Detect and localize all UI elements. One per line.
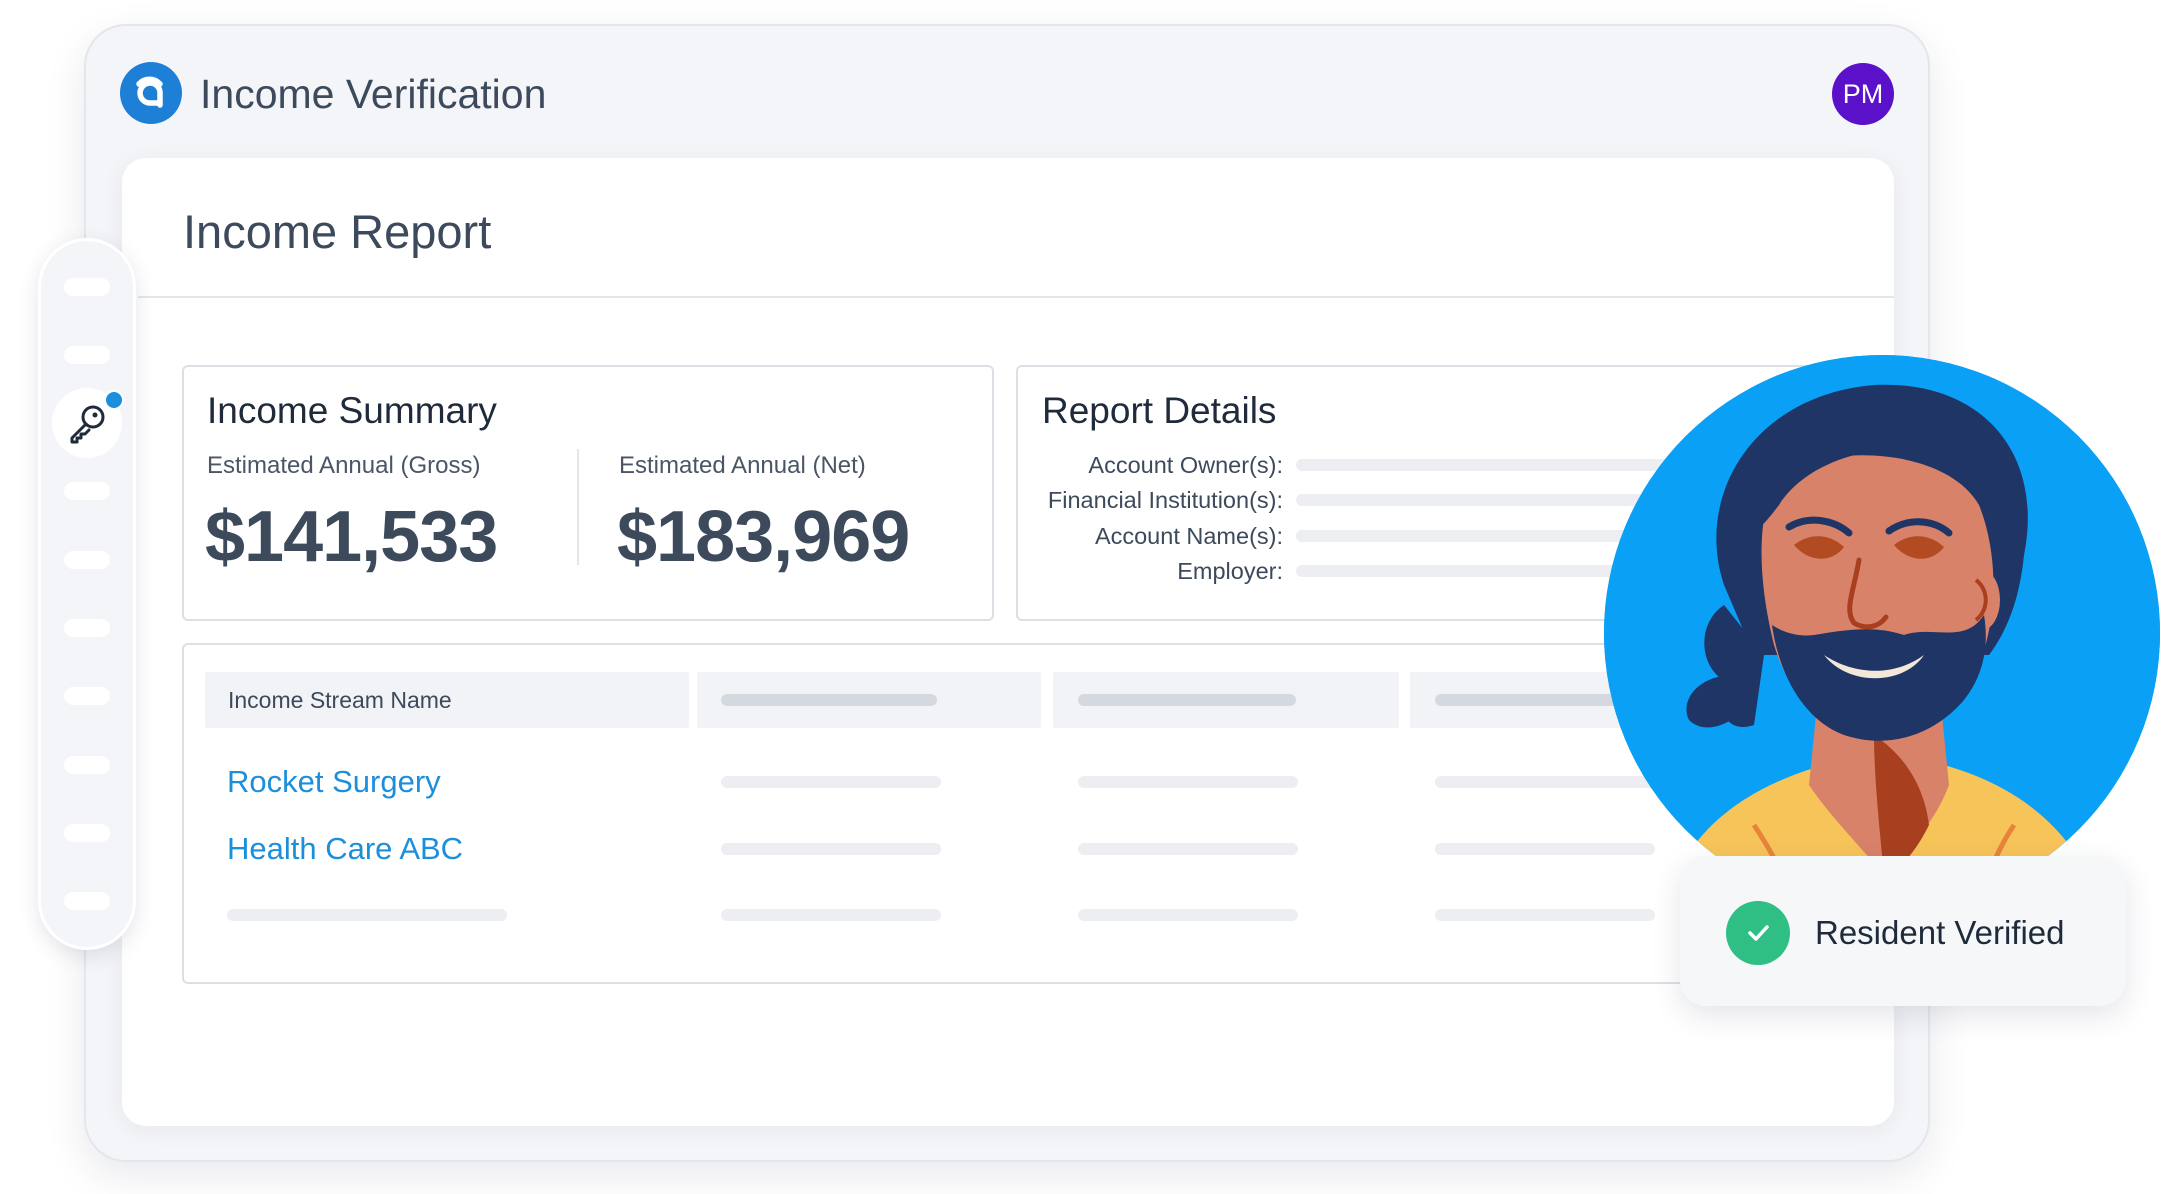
placeholder-bar <box>1078 843 1298 855</box>
user-avatar[interactable]: PM <box>1832 63 1894 125</box>
placeholder-bar <box>227 909 507 921</box>
resident-portrait <box>1604 355 2160 911</box>
placeholder-bar <box>1435 909 1655 921</box>
placeholder-bar <box>1435 843 1655 855</box>
status-badge: Resident Verified <box>1815 914 2065 951</box>
placeholder-bar <box>721 909 941 921</box>
placeholder-bar <box>1435 776 1655 788</box>
net-label: Estimated Annual (Net) <box>619 452 866 479</box>
floating-sidebar <box>38 238 136 950</box>
detail-label-employer: Employer: <box>1177 558 1283 584</box>
income-summary-title: Income Summary <box>207 390 497 431</box>
title-divider <box>138 296 1894 298</box>
app-title: Income Verification <box>200 71 547 117</box>
sidebar-item[interactable] <box>64 346 110 364</box>
summary-divider <box>577 449 579 565</box>
key-icon <box>70 405 105 444</box>
placeholder-bar <box>1078 694 1296 706</box>
detail-label-account-owner: Account Owner(s): <box>1088 452 1283 478</box>
sidebar-item[interactable] <box>64 824 110 842</box>
sidebar-item[interactable] <box>64 892 110 910</box>
sidebar-item[interactable] <box>64 687 110 705</box>
gross-value: $141,533 <box>205 497 498 577</box>
brand-logo-icon[interactable] <box>120 62 182 124</box>
table-row-link[interactable]: Rocket Surgery <box>227 762 441 802</box>
placeholder-bar <box>721 694 937 706</box>
net-value: $183,969 <box>617 497 910 577</box>
placeholder-bar <box>1078 776 1298 788</box>
sidebar-item[interactable] <box>64 551 110 569</box>
placeholder-bar <box>721 843 941 855</box>
sidebar-item[interactable] <box>64 482 110 500</box>
sidebar-item[interactable] <box>64 756 110 774</box>
report-details-title: Report Details <box>1042 390 1277 431</box>
placeholder-bar <box>1296 459 1716 471</box>
sidebar-item[interactable] <box>64 278 110 296</box>
page-title: Income Report <box>183 205 492 258</box>
check-icon <box>1726 901 1790 965</box>
table-row-link[interactable]: Health Care ABC <box>227 829 463 869</box>
gross-label: Estimated Annual (Gross) <box>207 452 481 479</box>
detail-label-financial-institution: Financial Institution(s): <box>1047 487 1283 513</box>
sidebar-item[interactable] <box>64 619 110 637</box>
table-header-income-stream: Income Stream Name <box>228 687 452 713</box>
notification-dot <box>104 390 124 410</box>
placeholder-bar <box>1078 909 1298 921</box>
detail-label-account-name: Account Name(s): <box>1094 523 1283 549</box>
placeholder-bar <box>721 776 941 788</box>
